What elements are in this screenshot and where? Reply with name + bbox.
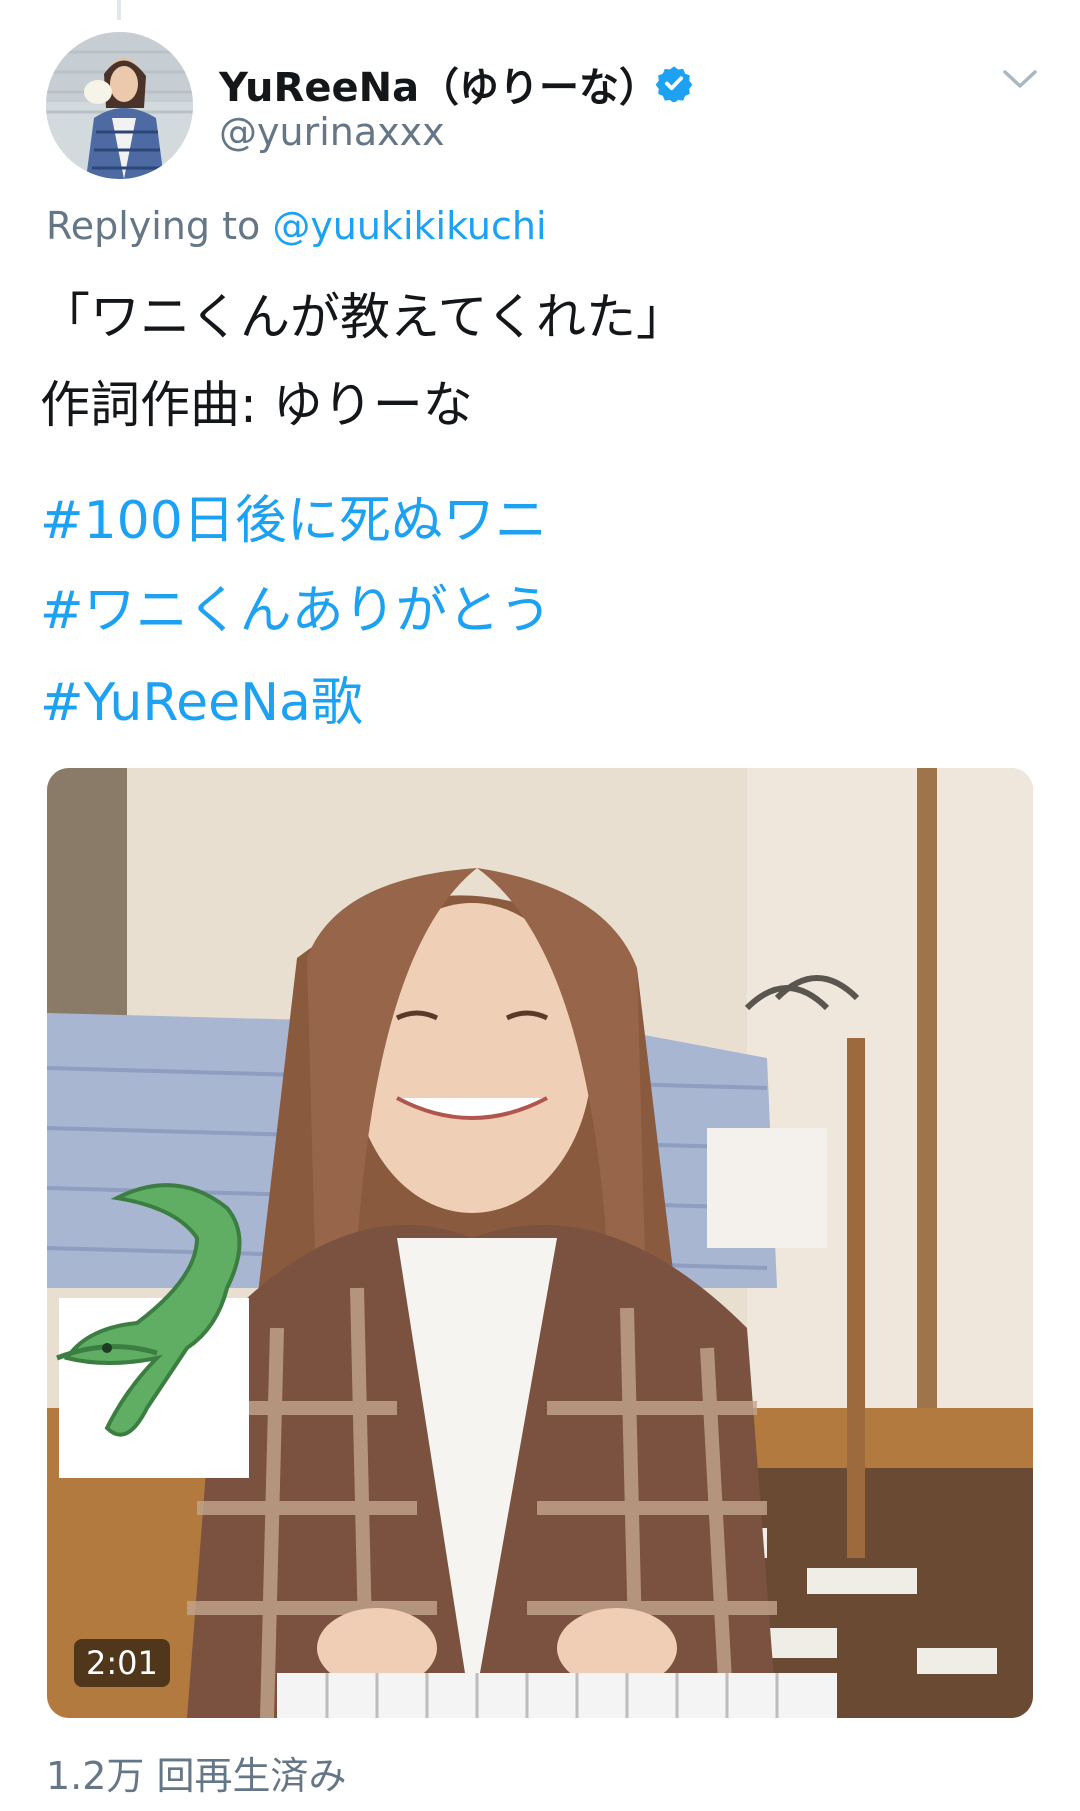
hashtag-link[interactable]: #ワニくんありがとう — [40, 568, 552, 643]
display-name[interactable]: YuReeNa（ゆりーな） — [219, 55, 659, 113]
tweet-text-line-1: 「ワニくんが教えてくれた」 — [40, 288, 686, 346]
video-thumbnail — [47, 768, 1033, 1718]
hashtag-link[interactable]: #YuReeNa歌 — [40, 660, 363, 735]
video-player[interactable] — [47, 768, 1033, 1718]
chevron-down-icon[interactable] — [1001, 66, 1039, 92]
hashtag-link[interactable]: #100日後に死ぬワニ — [40, 478, 547, 553]
video-view-count: 1.2万 回再生済み — [46, 1754, 347, 1798]
reply-context: Replying to @yuukikikuchi — [46, 204, 547, 248]
tweet-text-line-2: 作詞作曲: ゆりーな — [40, 376, 473, 434]
thread-connector-line — [117, 0, 121, 20]
reply-mention-link[interactable]: @yuukikikuchi — [272, 204, 546, 248]
avatar[interactable] — [46, 32, 193, 179]
user-handle[interactable]: @yurinaxxx — [219, 110, 445, 154]
reply-prefix: Replying to — [46, 204, 273, 248]
verified-badge-icon — [655, 66, 693, 102]
avatar-photo — [46, 32, 193, 179]
video-duration-badge: 2:01 — [74, 1639, 170, 1687]
